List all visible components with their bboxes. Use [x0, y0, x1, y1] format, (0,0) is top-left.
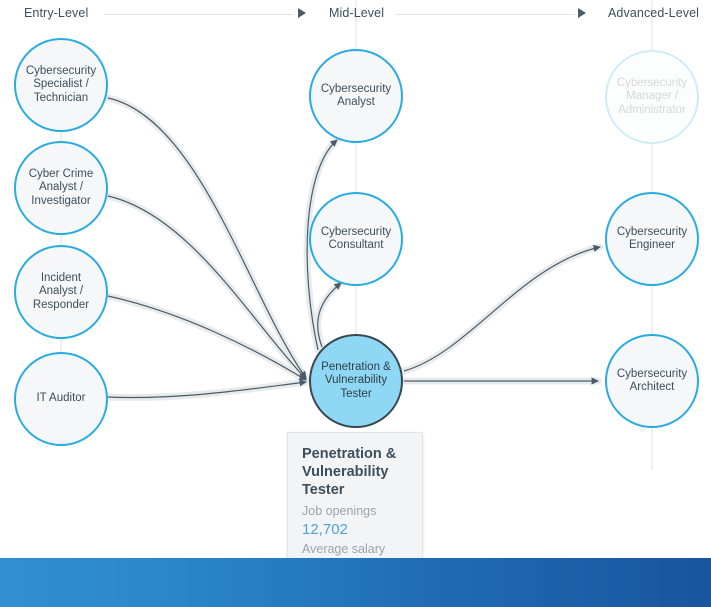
node-cybersecurity-analyst[interactable]: Cybersecurity Analyst — [309, 49, 403, 143]
edge-cyber-crime-analyst-investigator-to-penetration-vulnerability-tester[interactable] — [107, 195, 307, 380]
node-label-cybersecurity-engineer: Cybersecurity Engineer — [616, 225, 688, 252]
bottom-brand-bar — [0, 558, 711, 607]
node-label-cybersecurity-architect: Cybersecurity Architect — [616, 367, 688, 394]
tooltip-openings-value: 12,702 — [302, 521, 348, 538]
node-penetration-vulnerability-tester[interactable]: Penetration & Vulnerability Tester — [309, 334, 403, 428]
node-cybersecurity-specialist-technician[interactable]: Cybersecurity Specialist / Technician — [14, 38, 108, 132]
column-header-entry: Entry-Level — [24, 6, 89, 20]
node-label-cybersecurity-specialist-technician: Cybersecurity Specialist / Technician — [25, 64, 97, 104]
column-header-advanced: Advanced-Level — [608, 6, 700, 20]
tooltip-salary-label: Average salary — [302, 542, 386, 556]
edge-halo-cybersecurity-specialist-technician-to-penetration-vulnerability-tester — [104, 94, 310, 382]
column-header-mid: Mid-Level — [329, 6, 385, 20]
progression-arrow-icon — [578, 8, 586, 18]
column-divider-mid — [395, 14, 575, 15]
progression-arrow-icon — [298, 8, 306, 18]
node-incident-analyst-responder[interactable]: Incident Analyst / Responder — [14, 245, 108, 339]
edge-halo-penetration-vulnerability-tester-to-cybersecurity-engineer — [400, 243, 604, 375]
column-divider-entry — [104, 14, 294, 15]
node-cybersecurity-architect[interactable]: Cybersecurity Architect — [605, 334, 699, 428]
node-cyber-crime-analyst-investigator[interactable]: Cyber Crime Analyst / Investigator — [14, 141, 108, 235]
edge-halo-cyber-crime-analyst-investigator-to-penetration-vulnerability-tester — [104, 192, 310, 383]
node-label-it-auditor: IT Auditor — [36, 392, 86, 405]
career-pathway-diagram: Entry-Level Mid-Level Advanced-Level Cyber… — [0, 0, 711, 607]
edge-penetration-vulnerability-tester-to-cybersecurity-engineer[interactable] — [403, 244, 601, 372]
node-label-cybersecurity-analyst: Cybersecurity Analyst — [320, 82, 392, 109]
edge-incident-analyst-responder-to-penetration-vulnerability-tester[interactable] — [107, 295, 307, 381]
node-label-incident-analyst-responder: Incident Analyst / Responder — [32, 271, 90, 311]
edge-halo-incident-analyst-responder-to-penetration-vulnerability-tester — [104, 292, 310, 384]
node-cybersecurity-engineer[interactable]: Cybersecurity Engineer — [605, 192, 699, 286]
node-it-auditor[interactable]: IT Auditor — [14, 352, 108, 446]
node-label-cyber-crime-analyst-investigator: Cyber Crime Analyst / Investigator — [28, 167, 94, 207]
node-label-penetration-vulnerability-tester: Penetration & Vulnerability Tester — [321, 360, 391, 400]
edge-halo-it-auditor-to-penetration-vulnerability-tester — [104, 378, 310, 401]
node-label-cybersecurity-manager-administrator: Cybersecurity Manager / Administrator — [616, 76, 688, 116]
node-cybersecurity-consultant[interactable]: Cybersecurity Consultant — [309, 192, 403, 286]
tooltip-title: Penetration & Vulnerability Tester — [302, 446, 397, 498]
edge-cybersecurity-specialist-technician-to-penetration-vulnerability-tester[interactable] — [107, 97, 307, 379]
tooltip-openings-label: Job openings — [302, 504, 377, 518]
node-label-cybersecurity-consultant: Cybersecurity Consultant — [320, 225, 392, 252]
node-cybersecurity-manager-administrator[interactable]: Cybersecurity Manager / Administrator — [605, 50, 699, 144]
